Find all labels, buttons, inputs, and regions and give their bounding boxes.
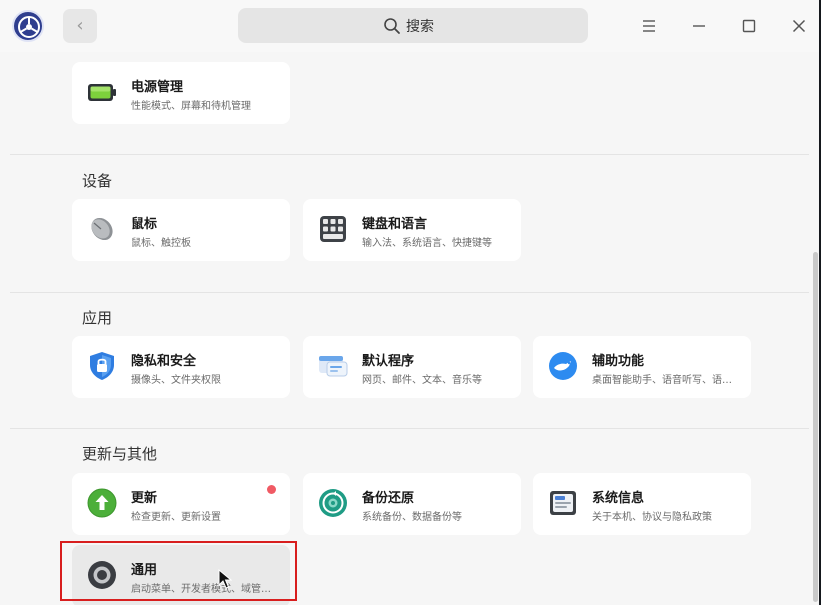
card-system-info[interactable]: 系统信息 关于本机、协议与隐私政策 [533, 473, 751, 535]
close-icon [792, 19, 806, 33]
close-button[interactable] [787, 14, 811, 38]
mouse-icon [91, 217, 113, 241]
card-title: 辅助功能 [592, 354, 645, 369]
keyboard-icon [320, 216, 346, 242]
shield-icon [90, 352, 114, 380]
card-keyboard-language[interactable]: 键盘和语言 输入法、系统语言、快捷键等 [303, 199, 521, 261]
card-title: 鼠标 [131, 217, 158, 232]
app-logo-icon[interactable] [12, 10, 44, 42]
card-desc: 关于本机、协议与隐私政策 [592, 512, 712, 523]
title-bar: ‹ 搜索 [0, 0, 819, 52]
card-backup-restore[interactable]: 备份还原 系统备份、数据备份等 [303, 473, 521, 535]
card-desc: 输入法、系统语言、快捷键等 [362, 238, 492, 249]
back-button[interactable]: ‹ [63, 9, 97, 43]
card-desc: 性能模式、屏幕和待机管理 [131, 101, 251, 112]
section-divider [10, 154, 809, 155]
menu-button[interactable] [637, 14, 661, 38]
section-title-apps: 应用 [82, 309, 113, 327]
card-title: 键盘和语言 [362, 217, 428, 232]
backup-icon [319, 489, 347, 517]
update-arrow-icon [87, 488, 117, 518]
vertical-scrollbar[interactable] [813, 252, 818, 602]
section-title-updates-other: 更新与其他 [82, 445, 158, 463]
chevron-left-icon: ‹ [76, 15, 84, 36]
search-box[interactable]: 搜索 [238, 8, 588, 43]
search-placeholder: 搜索 [406, 19, 434, 35]
settings-content: 电源管理 性能模式、屏幕和待机管理 设备 鼠标 鼠标、触控板 键盘和语言 输入法… [0, 52, 819, 605]
card-desc: 检查更新、更新设置 [131, 512, 221, 523]
section-divider [10, 428, 809, 429]
card-desc: 摄像头、文件夹权限 [131, 375, 221, 386]
maximize-button[interactable] [737, 14, 761, 38]
default-apps-icon [319, 356, 348, 377]
card-accessibility[interactable]: 辅助功能 桌面智能助手、语音听写、语… [533, 336, 751, 398]
card-title: 备份还原 [362, 491, 415, 506]
menu-icon [643, 20, 655, 32]
card-title: 电源管理 [131, 80, 184, 95]
system-info-icon [550, 491, 576, 515]
battery-icon [88, 84, 116, 101]
card-default-apps[interactable]: 默认程序 网页、邮件、文本、音乐等 [303, 336, 521, 398]
card-title: 隐私和安全 [131, 354, 197, 369]
search-icon [384, 18, 400, 34]
maximize-icon [742, 19, 756, 33]
card-privacy-security[interactable]: 隐私和安全 摄像头、文件夹权限 [72, 336, 290, 398]
card-desc: 鼠标、触控板 [131, 238, 191, 249]
card-power-management[interactable]: 电源管理 性能模式、屏幕和待机管理 [72, 62, 290, 124]
card-update[interactable]: 更新 检查更新、更新设置 [72, 473, 290, 535]
card-desc: 系统备份、数据备份等 [362, 512, 462, 523]
card-title: 更新 [131, 491, 158, 506]
card-desc: 桌面智能助手、语音听写、语… [592, 375, 732, 386]
card-title: 默认程序 [362, 354, 415, 369]
minimize-button[interactable] [687, 14, 711, 38]
card-title: 系统信息 [592, 491, 645, 506]
mouse-cursor-icon [218, 569, 232, 589]
card-desc: 网页、邮件、文本、音乐等 [362, 375, 482, 386]
section-divider [10, 292, 809, 293]
control-center-window: ‹ 搜索 电源管理 性能模式、屏幕和待机管理 设备 鼠标 鼠标、触控板 键盘和语… [0, 0, 819, 605]
card-mouse[interactable]: 鼠标 鼠标、触控板 [72, 199, 290, 261]
accessibility-icon [549, 352, 577, 380]
section-title-devices: 设备 [82, 172, 113, 190]
notification-badge [267, 485, 276, 494]
minimize-icon [693, 25, 705, 27]
selection-highlight [60, 541, 297, 601]
